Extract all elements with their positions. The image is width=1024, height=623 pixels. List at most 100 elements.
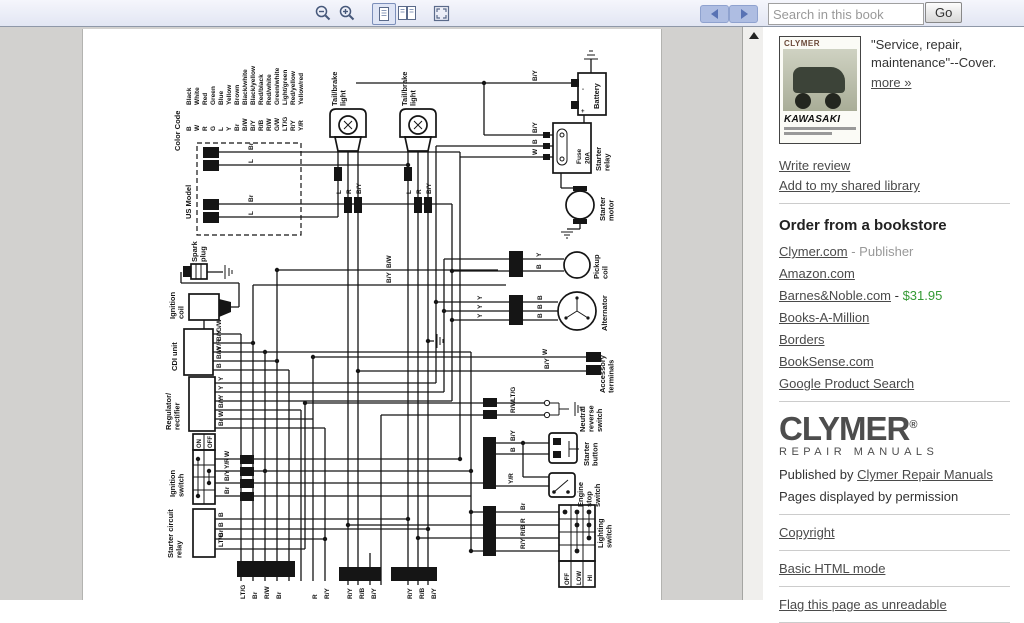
next-page-button[interactable] bbox=[729, 5, 758, 23]
wire-label: Br bbox=[224, 486, 231, 494]
starter-circuit-relay-label: Starter circuitrelay bbox=[166, 509, 184, 558]
us-model-label: US Model bbox=[184, 185, 193, 219]
battery-label: Battery bbox=[592, 82, 601, 109]
zoom-in-button[interactable] bbox=[336, 3, 358, 23]
spark-plug-label: Sparkplug bbox=[190, 240, 208, 262]
books-a-million-link[interactable]: Books-A-Million bbox=[779, 310, 869, 325]
wire-label: Y bbox=[477, 304, 484, 309]
svg-text:R: R bbox=[202, 126, 209, 131]
ignition-on-label: ON bbox=[197, 439, 203, 448]
component-tail-light-1: Tail/brakelight L R B/Y bbox=[330, 72, 366, 213]
svg-text:Light/green: Light/green bbox=[282, 70, 289, 105]
svg-text:G: G bbox=[210, 126, 217, 131]
wire-label: LT/G bbox=[240, 585, 247, 599]
two-page-icon bbox=[397, 5, 417, 21]
wire-label: Br bbox=[248, 142, 255, 150]
wire-label: B/Y bbox=[356, 183, 363, 195]
wire-label: Br bbox=[276, 591, 283, 599]
wire-label: B bbox=[536, 264, 543, 269]
barnes-noble-link[interactable]: Barnes&Noble.com bbox=[779, 288, 891, 303]
svg-text:Black/yellow: Black/yellow bbox=[250, 65, 257, 105]
single-page-icon bbox=[376, 6, 392, 22]
wire-label: W bbox=[532, 148, 539, 155]
component-engine-stop-switch: Y/R Enginestopswitch bbox=[508, 473, 602, 507]
svg-text:Br: Br bbox=[234, 123, 241, 131]
wire-label: Br bbox=[218, 418, 225, 426]
zoom-out-button[interactable] bbox=[312, 3, 334, 23]
svg-text:Yellow: Yellow bbox=[226, 84, 233, 105]
prev-page-button[interactable] bbox=[700, 5, 729, 23]
cover-brand: CLYMER bbox=[780, 37, 860, 49]
viewer-scrollbar[interactable] bbox=[742, 27, 764, 600]
regulator-rectifier-label: Regulator/rectifier bbox=[164, 392, 182, 430]
svg-text:B: B bbox=[186, 126, 193, 131]
lighting-switch-label: Lightingswitch bbox=[596, 518, 614, 548]
component-battery: - + Battery B/Y bbox=[532, 70, 606, 116]
svg-text:LT/G: LT/G bbox=[282, 117, 289, 131]
google-product-search-link[interactable]: Google Product Search bbox=[779, 376, 914, 391]
svg-text:Black/white: Black/white bbox=[242, 69, 249, 105]
svg-text:Red/yellow: Red/yellow bbox=[290, 70, 297, 105]
svg-text:R/B: R/B bbox=[258, 120, 265, 132]
search-input[interactable] bbox=[768, 3, 924, 25]
ignition-off-label: OFF bbox=[208, 436, 214, 448]
wire-label: G/W bbox=[216, 318, 223, 332]
scroll-up-icon bbox=[749, 32, 759, 39]
booksense-link[interactable]: BookSense.com bbox=[779, 354, 874, 369]
bookstore-item: BookSense.com bbox=[779, 354, 1010, 369]
wire-label: L bbox=[336, 190, 343, 194]
publisher-link[interactable]: Clymer Repair Manuals bbox=[857, 467, 993, 482]
wire-label: L bbox=[248, 211, 255, 215]
starter-button-label: Starterbutton bbox=[582, 442, 600, 466]
divider bbox=[779, 550, 1010, 551]
sidebar: CLYMER KAWASAKI "Service, repair, mainte… bbox=[763, 27, 1024, 600]
single-page-view-button[interactable] bbox=[372, 3, 396, 25]
book-cover-thumbnail[interactable]: CLYMER KAWASAKI bbox=[779, 36, 861, 144]
pickup-coil-label: Pickupcoil bbox=[592, 254, 610, 279]
flag-unreadable-link[interactable]: Flag this page as unreadable bbox=[779, 597, 947, 612]
wire-label: B bbox=[537, 304, 544, 309]
lighting-low-label: LOW bbox=[577, 571, 583, 585]
battery-minus: - bbox=[582, 87, 584, 93]
add-library-link[interactable]: Add to my shared library bbox=[779, 178, 920, 193]
component-us-model: US Model Br L Br L bbox=[184, 142, 301, 235]
go-button[interactable]: Go bbox=[925, 2, 962, 23]
amazon-link[interactable]: Amazon.com bbox=[779, 266, 855, 281]
component-cdi-unit: CDI unit G/W B/Y Y/R B/W B bbox=[170, 318, 223, 375]
copyright-link[interactable]: Copyright bbox=[779, 525, 835, 540]
wire-label: R/Y bbox=[407, 588, 414, 600]
clymer-link[interactable]: Clymer.com bbox=[779, 244, 848, 259]
accessory-terminals-label: Accessoryterminals bbox=[598, 354, 616, 393]
svg-text:R/Y: R/Y bbox=[290, 120, 297, 132]
borders-link[interactable]: Borders bbox=[779, 332, 825, 347]
wire-label: B/Y bbox=[371, 588, 378, 600]
component-neutral-reverse-switch: LT/G R/W Neutralreverseswitch bbox=[483, 387, 604, 432]
fuse-label: Fuse20A bbox=[576, 148, 592, 164]
lighting-off-label: OFF bbox=[565, 573, 571, 585]
two-page-view-button[interactable] bbox=[396, 3, 418, 23]
wire-label: B bbox=[537, 295, 544, 300]
wire-label: R bbox=[312, 594, 319, 599]
bookstore-item: Google Product Search bbox=[779, 376, 1010, 391]
wire-label: R bbox=[520, 518, 527, 523]
color-code-title: Color Code bbox=[173, 111, 182, 151]
more-link[interactable]: more » bbox=[871, 74, 911, 92]
component-starter-button: B/Y B Starterbutton bbox=[483, 430, 600, 490]
engine-stop-switch-label: Enginestopswitch bbox=[576, 482, 602, 507]
zoom-out-icon bbox=[314, 4, 332, 22]
svg-text:Y/R: Y/R bbox=[298, 120, 305, 131]
svg-text:White: White bbox=[194, 87, 201, 105]
fullscreen-button[interactable] bbox=[430, 3, 452, 23]
divider bbox=[779, 401, 1010, 402]
scroll-up-button[interactable] bbox=[743, 27, 764, 43]
write-review-link[interactable]: Write review bbox=[779, 158, 850, 173]
lighting-hi-label: HI bbox=[588, 575, 594, 581]
svg-text:Brown: Brown bbox=[234, 85, 241, 105]
svg-text:Red: Red bbox=[202, 93, 209, 105]
component-regulator-rectifier: Regulator/rectifier Y Y Y B/Y W Br bbox=[164, 376, 225, 431]
basic-html-mode-link[interactable]: Basic HTML mode bbox=[779, 561, 885, 576]
neutral-reverse-switch-label: Neutralreverseswitch bbox=[578, 405, 604, 432]
starter-relay-label: Starterrelay bbox=[594, 147, 612, 171]
wire-label: B/Y bbox=[224, 470, 231, 482]
svg-text:Red/white: Red/white bbox=[266, 74, 273, 105]
